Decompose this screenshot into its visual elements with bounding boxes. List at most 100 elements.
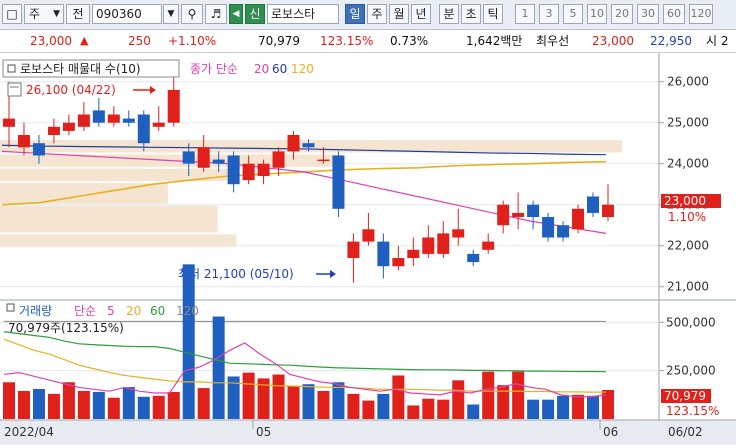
volume-bar xyxy=(422,398,435,419)
volume-ma20-period: 20 xyxy=(126,304,141,318)
volume-bar xyxy=(3,382,15,419)
volume-bar xyxy=(272,374,285,419)
interval-button-10[interactable]: 10 xyxy=(587,4,607,24)
volume-ratio: 123.15% xyxy=(320,34,374,48)
quote-bar: 23,000 ▲ 250 +1.10% 70,979 123.15% 0.73%… xyxy=(0,30,736,53)
candle-body xyxy=(512,212,525,217)
volume-bar xyxy=(347,393,360,419)
window-icon[interactable]: □ xyxy=(2,4,22,24)
period-select[interactable]: 전 xyxy=(66,4,90,24)
price-panel[interactable]: 26,000 25,000 24,000 23,000 22,000 21,000 로보스… xyxy=(0,53,736,445)
volume-ma5-period: 5 xyxy=(107,304,115,318)
candle-body xyxy=(197,147,210,168)
interval-button-60[interactable]: 60 xyxy=(663,4,685,24)
volume-current-label: 70,979주(123.15%) xyxy=(8,321,124,335)
ma120-period: 120 xyxy=(291,62,314,76)
volume-bar xyxy=(512,371,525,419)
volume-bar xyxy=(287,386,300,419)
volume-bar xyxy=(482,371,495,419)
last-volume-label: 70,979 xyxy=(664,389,706,403)
signal-badge[interactable]: 신 xyxy=(245,4,265,24)
candle-body xyxy=(317,159,330,162)
period-tab-1[interactable]: 주 xyxy=(367,4,387,24)
interval-button-5[interactable]: 5 xyxy=(563,4,583,24)
volume-axis: 500,000 250,000 xyxy=(659,315,716,378)
x-label-06: 06 xyxy=(603,425,618,439)
best-price-label: 최우선 xyxy=(536,34,570,48)
volume-bar xyxy=(182,264,195,419)
period-tab-5[interactable]: 초 xyxy=(461,4,481,24)
period-tab-6[interactable]: 틱 xyxy=(483,4,503,24)
signal-arrow-icon[interactable]: ◀ xyxy=(229,4,243,24)
candle-body xyxy=(122,118,135,123)
stock-name-field[interactable]: 로보스타 xyxy=(267,4,339,24)
candle-body xyxy=(362,229,375,242)
ask-price: 23,000 xyxy=(592,34,634,48)
volume-bar xyxy=(497,385,510,419)
trailing-field: 시 2 xyxy=(706,34,729,48)
current-price: 23,000 xyxy=(30,34,72,48)
volume-bar xyxy=(467,404,480,419)
candle-body xyxy=(302,143,315,148)
candle-body xyxy=(572,208,585,230)
volume-bar xyxy=(572,394,585,419)
volume-bar xyxy=(137,396,150,419)
turnover-pct: 0.73% xyxy=(390,34,429,48)
volume-legend-checkbox[interactable] xyxy=(6,303,15,312)
high-annotation: 26,100 (04/22) xyxy=(26,83,116,97)
volume-bar xyxy=(77,390,90,419)
candle-body xyxy=(332,155,345,209)
calendar-icon[interactable] xyxy=(7,82,22,97)
volume-bar xyxy=(92,391,105,419)
volume-legend-title: 거래량 xyxy=(19,304,52,318)
interval-button-120[interactable]: 120 xyxy=(689,4,713,24)
interval-button-30[interactable]: 30 xyxy=(637,4,659,24)
candle-body xyxy=(422,237,435,254)
candle-body xyxy=(482,241,495,250)
period-tab-3[interactable]: 년 xyxy=(411,4,431,24)
volume-bar xyxy=(152,395,165,419)
period-tab-4[interactable]: 분 xyxy=(439,4,459,24)
volume-bar xyxy=(212,316,225,419)
volume-bar xyxy=(62,382,75,419)
trade-value: 1,642백만 xyxy=(466,34,523,48)
market-select[interactable]: 주 ▼ xyxy=(24,4,64,24)
low-annotation: 최저 21,100 (05/10) xyxy=(178,267,294,281)
candle-body xyxy=(407,249,420,258)
candle-body xyxy=(212,159,225,164)
candle-body xyxy=(47,126,60,135)
volume-bar xyxy=(527,399,540,419)
speaker-icon[interactable]: ♬ xyxy=(205,4,227,24)
code-dropdown-icon[interactable]: ▼ xyxy=(163,4,179,24)
legend-checkbox[interactable] xyxy=(7,64,16,73)
ma20-period: 20 xyxy=(254,62,269,76)
chevron-down-icon: ▼ xyxy=(53,9,60,19)
volume-value: 70,979 xyxy=(258,34,300,48)
candle-body xyxy=(452,229,465,238)
candle-body xyxy=(557,225,570,238)
period-tab-0[interactable]: 일 xyxy=(345,4,365,24)
candle-body xyxy=(92,110,105,123)
up-triangle-icon: ▲ xyxy=(80,34,89,47)
code-input[interactable]: 090360 xyxy=(92,4,162,24)
stock-chart[interactable]: 26,000 25,000 24,000 23,000 22,000 21,000 로보스… xyxy=(0,53,736,445)
interval-button-20[interactable]: 20 xyxy=(611,4,633,24)
volume-bar xyxy=(17,390,30,419)
volume-bar xyxy=(302,384,315,419)
x-label-date: 06/02 xyxy=(668,425,703,439)
candle-body xyxy=(77,114,90,127)
interval-button-3[interactable]: 3 xyxy=(539,4,559,24)
volume-bar xyxy=(317,390,330,419)
search-icon[interactable]: ⚲ xyxy=(181,4,203,24)
candle-body xyxy=(152,122,165,127)
last-price-label: 23,000 xyxy=(664,194,706,208)
period-tab-2[interactable]: 월 xyxy=(389,4,409,24)
bid-price: 22,950 xyxy=(650,34,692,48)
chart-area[interactable]: 26,000 25,000 24,000 23,000 22,000 21,000 로보스… xyxy=(0,53,736,445)
x-axis: 2022/04 05 06 06/02 xyxy=(0,419,736,445)
volume-bar xyxy=(107,397,120,419)
interval-button-1[interactable]: 1 xyxy=(515,4,535,24)
candle-body xyxy=(392,258,405,267)
candle-body xyxy=(3,118,15,127)
volume-ma60-line xyxy=(3,331,607,373)
